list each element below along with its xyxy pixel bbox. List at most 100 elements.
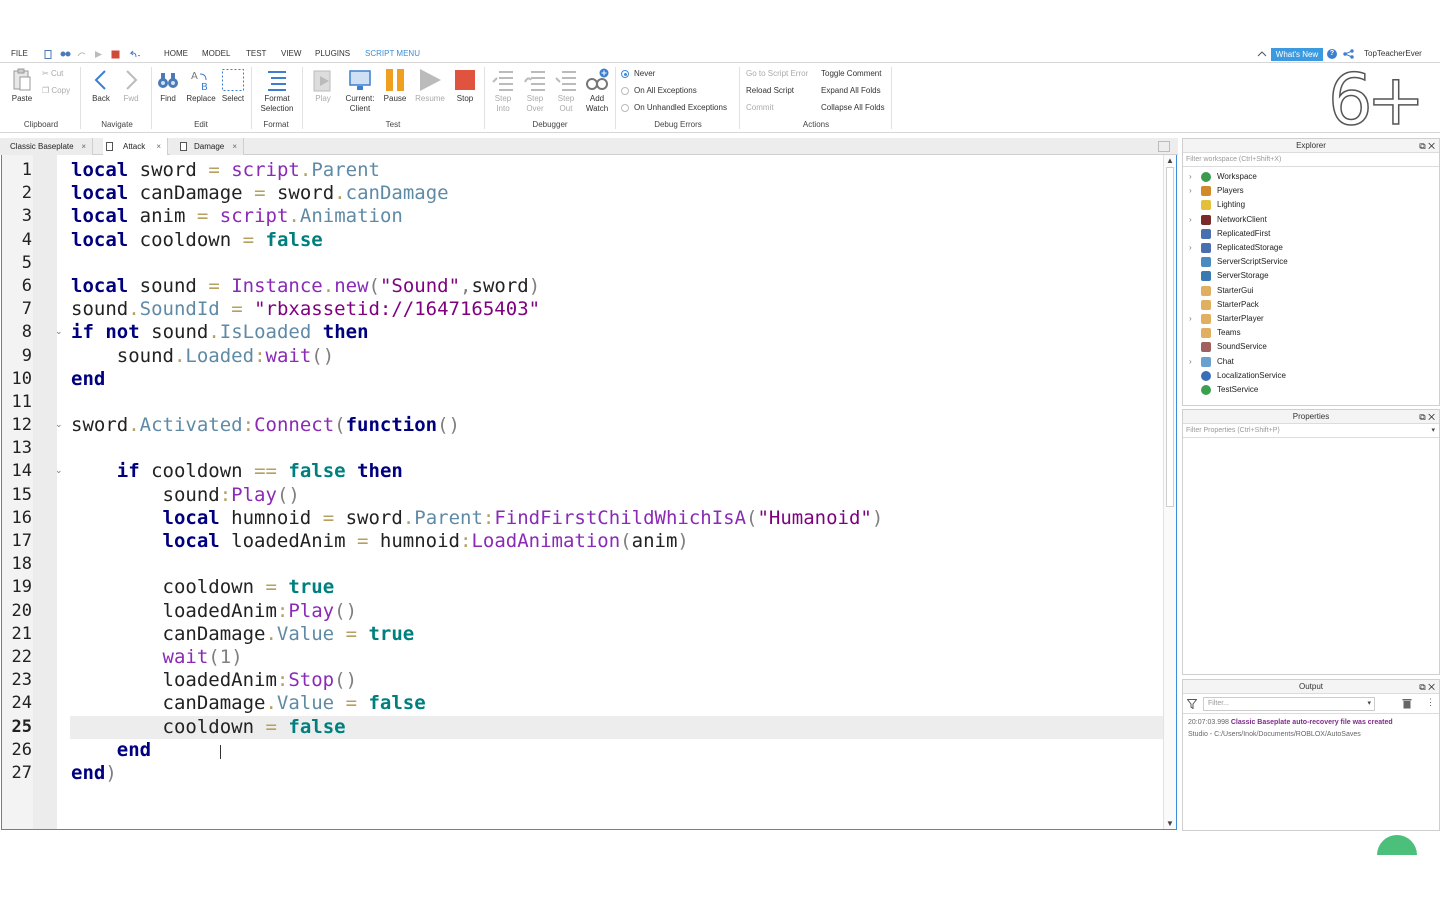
code-line[interactable]: 23 loadedAnim:Stop() <box>2 669 1164 692</box>
expand-chevron-icon[interactable]: › <box>1189 312 1192 326</box>
expand-chevron-icon[interactable]: › <box>1189 241 1192 255</box>
code-line[interactable]: 11 <box>2 391 1164 414</box>
back-button[interactable]: Back <box>88 68 114 104</box>
code-line[interactable]: 24 canDamage.Value = false <box>2 692 1164 715</box>
debug-unhandled-radio[interactable] <box>621 104 629 112</box>
chevron-down-icon[interactable]: ▾ <box>1431 424 1435 438</box>
tab-classic-baseplate[interactable]: Classic Baseplate × <box>0 138 93 155</box>
expand-chevron-icon[interactable]: › <box>1189 184 1192 198</box>
menu-file[interactable]: FILE <box>11 49 28 58</box>
explorer-item[interactable]: › StarterPlayer <box>1183 312 1439 326</box>
play-button[interactable]: Play <box>307 68 339 104</box>
select-button[interactable]: Select <box>220 68 246 104</box>
username-label[interactable]: TopTeacherEver <box>1364 49 1422 58</box>
tab-damage[interactable]: Damage × <box>170 138 244 155</box>
split-view-button[interactable] <box>1158 141 1170 152</box>
code-line[interactable]: 8 ⌄ if not sound.IsLoaded then <box>2 321 1164 344</box>
code-line[interactable]: 16 local humnoid = sword.Parent:FindFirs… <box>2 507 1164 530</box>
current-code-line[interactable]: 25 cooldown = false <box>2 715 1164 739</box>
explorer-item[interactable]: Lighting <box>1183 198 1439 212</box>
explorer-item[interactable]: LocalizationService <box>1183 369 1439 383</box>
fold-toggle-icon[interactable]: ⌄ <box>55 460 63 483</box>
floating-help-button[interactable] <box>1377 835 1417 855</box>
output-filter-input[interactable]: Filter... ▾ <box>1203 697 1375 711</box>
code-line[interactable]: 15 sound:Play() <box>2 484 1164 507</box>
scroll-down-arrow-icon[interactable]: ▼ <box>1166 819 1174 828</box>
goto-script-error-button[interactable]: Go to Script Error <box>746 69 808 78</box>
undo-icon[interactable] <box>128 50 141 59</box>
panel-controls-icon[interactable]: ⧉ ✕ <box>1419 139 1435 153</box>
code-area[interactable]: 1 local sword = script.Parent 2 local canD… <box>2 159 1164 785</box>
copy-button[interactable]: ❐ Copy <box>42 86 70 95</box>
expand-chevron-icon[interactable]: › <box>1189 355 1192 369</box>
code-line[interactable]: 13 <box>2 437 1164 460</box>
code-line[interactable]: 3 local anim = script.Animation <box>2 205 1164 228</box>
panel-controls-icon[interactable]: ⧉ ✕ <box>1419 410 1435 424</box>
explorer-filter-input[interactable]: Filter workspace (Ctrl+Shift+X) <box>1183 153 1439 167</box>
whats-new-button[interactable]: What's New <box>1271 48 1323 61</box>
code-line[interactable]: 19 cooldown = true <box>2 576 1164 599</box>
code-line[interactable]: 27 end) <box>2 762 1164 785</box>
explorer-item[interactable]: StarterPack <box>1183 298 1439 312</box>
step-into-button[interactable]: Step Into <box>489 68 517 114</box>
help-icon[interactable]: ? <box>1327 49 1337 59</box>
cut-button[interactable]: ✂ Cut <box>42 69 63 78</box>
debug-all-radio[interactable] <box>621 87 629 95</box>
explorer-item[interactable]: SoundService <box>1183 340 1439 354</box>
commit-button[interactable]: Commit <box>746 103 774 112</box>
menu-script-menu[interactable]: SCRIPT MENU <box>365 49 420 59</box>
filter-icon[interactable] <box>1187 699 1197 709</box>
step-over-button[interactable]: Step Over <box>521 68 549 114</box>
fold-toggle-icon[interactable]: ⌄ <box>55 414 63 437</box>
play-small-icon[interactable] <box>94 50 103 59</box>
share-icon[interactable] <box>1343 49 1355 59</box>
code-line[interactable]: 7 sound.SoundId = "rbxassetid://164716540… <box>2 298 1164 321</box>
code-line[interactable]: 21 canDamage.Value = true <box>2 623 1164 646</box>
fold-toggle-icon[interactable]: ⌄ <box>55 321 63 344</box>
code-line[interactable]: 26 end <box>2 739 1164 762</box>
explorer-item[interactable]: › Workspace <box>1183 170 1439 184</box>
panel-controls-icon[interactable]: ⧉ ✕ <box>1419 680 1435 694</box>
code-line[interactable]: 12 ⌄ sword.Activated:Connect(function() <box>2 414 1164 437</box>
code-line[interactable]: 9 sound.Loaded:wait() <box>2 345 1164 368</box>
close-icon[interactable]: × <box>156 138 161 155</box>
collapse-ribbon-icon[interactable] <box>1257 49 1267 59</box>
stop-button[interactable]: Stop <box>451 68 479 104</box>
menu-model[interactable]: MODEL <box>202 49 230 58</box>
code-line[interactable]: 4 local cooldown = false <box>2 229 1164 252</box>
explorer-item[interactable]: ServerStorage <box>1183 269 1439 283</box>
current-client-button[interactable]: Current: Client <box>342 68 378 114</box>
debug-never-label[interactable]: Never <box>634 69 655 78</box>
code-line[interactable]: 14 ⌄ if cooldown == false then <box>2 460 1164 483</box>
add-watch-button[interactable]: Add Watch <box>583 68 611 114</box>
debug-all-label[interactable]: On All Exceptions <box>634 86 697 95</box>
trash-icon[interactable] <box>1402 698 1412 709</box>
reload-script-button[interactable]: Reload Script <box>746 86 794 95</box>
code-line[interactable]: 22 wait(1) <box>2 646 1164 669</box>
close-icon[interactable]: × <box>232 138 237 155</box>
toggle-comment-button[interactable]: Toggle Comment <box>821 69 881 78</box>
format-selection-button[interactable]: Format Selection <box>256 68 298 114</box>
explorer-item[interactable]: ServerScriptService <box>1183 255 1439 269</box>
explorer-item[interactable]: › NetworkClient <box>1183 213 1439 227</box>
explorer-item[interactable]: StarterGui <box>1183 284 1439 298</box>
replace-button[interactable]: AB Replace <box>185 68 217 104</box>
explorer-item[interactable]: TestService <box>1183 383 1439 397</box>
collapse-all-folds-button[interactable]: Collapse All Folds <box>821 103 885 112</box>
stop-small-icon[interactable] <box>111 50 120 59</box>
debug-unhandled-label[interactable]: On Unhandled Exceptions <box>634 103 727 112</box>
menu-plugins[interactable]: PLUGINS <box>315 49 350 58</box>
explorer-item[interactable]: › ReplicatedStorage <box>1183 241 1439 255</box>
redo-disabled-icon[interactable] <box>77 50 86 59</box>
code-line[interactable]: 2 local canDamage = sword.canDamage <box>2 182 1164 205</box>
code-line[interactable]: 10 end <box>2 368 1164 391</box>
scroll-up-arrow-icon[interactable]: ▲ <box>1166 156 1174 165</box>
menu-test[interactable]: TEST <box>246 49 266 58</box>
resume-button[interactable]: Resume <box>413 68 447 104</box>
more-options-icon[interactable]: ⋮ <box>1426 697 1435 708</box>
forward-button[interactable]: Fwd <box>118 68 144 104</box>
chevron-down-icon[interactable]: ▾ <box>1367 698 1371 710</box>
team-create-icon[interactable] <box>60 50 71 59</box>
tab-attack[interactable]: Attack × <box>103 138 168 155</box>
explorer-item[interactable]: › Chat <box>1183 355 1439 369</box>
